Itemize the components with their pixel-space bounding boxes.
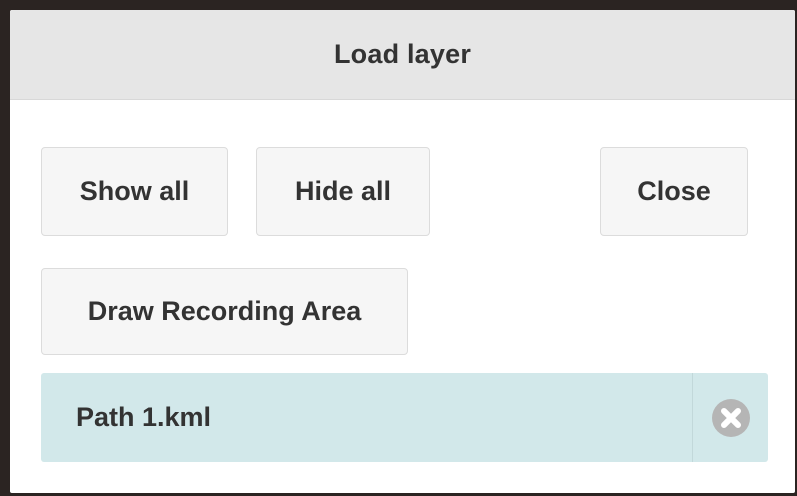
layer-list-item: Path 1.kml: [41, 373, 768, 462]
dialog-title: Load layer: [333, 39, 472, 69]
close-button[interactable]: Close: [600, 147, 748, 236]
show-all-button[interactable]: Show all: [41, 147, 228, 236]
layer-name[interactable]: Path 1.kml: [41, 373, 692, 462]
close-circle-icon: [711, 398, 750, 437]
load-layer-dialog: Load layer Show all Hide all Close Draw …: [10, 10, 795, 493]
hide-all-button[interactable]: Hide all: [256, 147, 430, 236]
remove-layer-button[interactable]: [692, 373, 768, 462]
draw-recording-area-button[interactable]: Draw Recording Area: [41, 268, 408, 355]
dialog-header: Load layer: [10, 10, 795, 100]
